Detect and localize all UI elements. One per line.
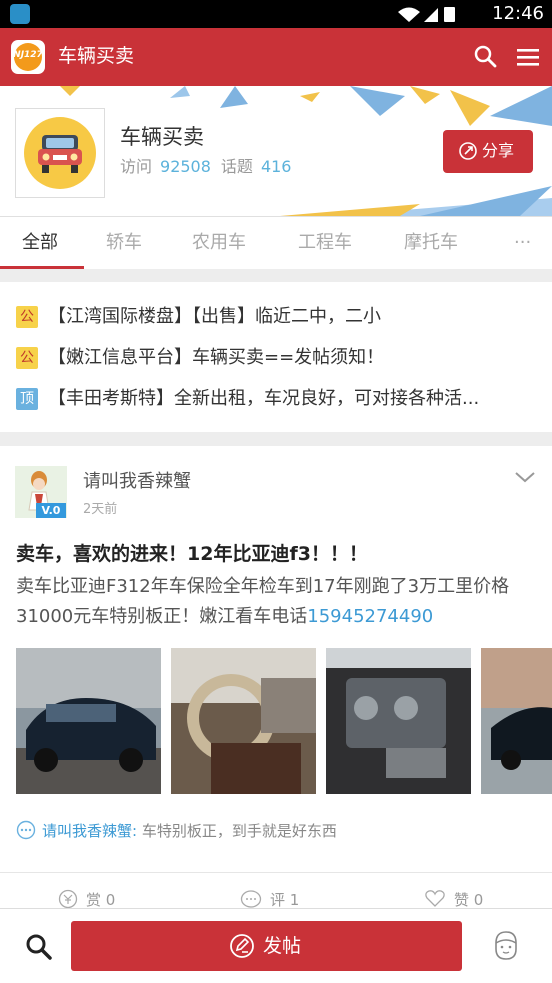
tab-sedan[interactable]: 轿车	[106, 231, 142, 255]
notice-text: 【丰田考斯特】全新出租，车况良好，可对接各种活...	[48, 388, 480, 409]
comment-button[interactable]: 评 1	[240, 889, 299, 910]
wifi-icon	[398, 7, 420, 22]
post-card[interactable]: V.0 请叫我香辣蟹 2天前 卖车，喜欢的进来！12年比亚迪f3！！！ 卖车比亚…	[0, 446, 552, 909]
profile-icon[interactable]	[489, 929, 523, 963]
app-bar-title: 车辆买卖	[58, 45, 135, 67]
tab-more[interactable]: ···	[514, 231, 531, 255]
post-phone-link[interactable]: 15945274490	[307, 606, 433, 627]
notice-text: 【嫩江信息平台】车辆买卖==发帖须知！	[48, 347, 385, 368]
post-title[interactable]: 卖车，喜欢的进来！12年比亚迪f3！！！	[16, 540, 368, 568]
comment-bubble-icon	[16, 820, 36, 840]
pinned-badge: 顶	[16, 388, 38, 410]
comment-author[interactable]: 请叫我香辣蟹:	[42, 822, 137, 840]
menu-icon[interactable]	[514, 43, 542, 71]
app-logo: NJ127	[11, 40, 45, 74]
post-actions: 赏 0 评 1 赞 0	[0, 872, 552, 909]
tab-engineering-vehicle[interactable]: 工程车	[298, 231, 352, 255]
post-comment-preview[interactable]: 请叫我香辣蟹: 车特别板正，到手就是好东西	[16, 820, 337, 842]
comment-icon	[240, 890, 262, 908]
post-image[interactable]	[326, 648, 471, 794]
forum-header: 车辆买卖 访问 92508 话题 416 分享	[0, 86, 552, 216]
clock: 12:46	[492, 3, 544, 24]
post-images	[16, 648, 552, 794]
post-image[interactable]	[481, 648, 552, 794]
comment-count: 评 1	[270, 891, 300, 909]
new-post-label: 发帖	[263, 935, 302, 957]
tab-motorcycle[interactable]: 摩托车	[404, 231, 458, 255]
search-icon[interactable]	[472, 43, 500, 71]
tab-farm-vehicle[interactable]: 农用车	[192, 231, 246, 255]
forum-avatar	[15, 108, 105, 198]
tab-all[interactable]: 全部	[22, 231, 58, 255]
status-bar: 12:46	[0, 0, 552, 28]
heart-icon	[425, 890, 445, 907]
forum-stats: 访问 92508 话题 416	[120, 156, 301, 178]
reward-button[interactable]: 赏 0	[58, 889, 115, 910]
post-author[interactable]: 请叫我香辣蟹	[83, 470, 191, 494]
topics-label: 话题	[220, 157, 253, 176]
verified-badge: V.0	[36, 503, 66, 518]
visits-label: 访问	[120, 157, 153, 176]
app-bar: NJ127 车辆买卖	[0, 28, 552, 86]
battery-icon	[444, 7, 455, 22]
post-image[interactable]	[16, 648, 161, 794]
car-icon	[38, 135, 82, 173]
notice-item[interactable]: 顶 【丰田考斯特】全新出租，车况良好，可对接各种活...	[16, 384, 546, 414]
reward-count: 赏 0	[86, 891, 116, 909]
app-logo-text: NJ127	[13, 50, 43, 60]
like-button[interactable]: 赞 0	[424, 889, 483, 910]
topics-count: 416	[260, 157, 292, 176]
visits-count: 92508	[160, 157, 211, 176]
notice-list: 公 【江湾国际楼盘】【出售】临近二中，二小 公 【嫩江信息平台】车辆买卖==发帖…	[0, 282, 552, 432]
status-icons	[398, 7, 455, 22]
post-image[interactable]	[171, 648, 316, 794]
like-count: 赞 0	[454, 891, 484, 909]
notice-text: 【江湾国际楼盘】【出售】临近二中，二小	[48, 306, 381, 327]
new-post-button[interactable]: 发帖	[71, 921, 462, 971]
coin-icon	[58, 889, 78, 909]
notice-badge: 公	[16, 347, 38, 369]
chevron-down-icon[interactable]	[514, 470, 536, 484]
post-body-text: 卖车比亚迪F312年车保险全年检车到17年刚跑了3万工里价格31000元车特别板…	[16, 576, 510, 627]
share-button-label: 分享	[482, 141, 515, 160]
notice-item[interactable]: 公 【嫩江信息平台】车辆买卖==发帖须知！	[16, 343, 546, 373]
notice-item[interactable]: 公 【江湾国际楼盘】【出售】临近二中，二小	[16, 302, 546, 332]
share-button[interactable]: 分享	[443, 130, 533, 173]
user-avatar[interactable]: V.0	[15, 466, 67, 518]
active-tab-indicator	[0, 266, 84, 269]
share-icon	[459, 142, 477, 160]
forum-title: 车辆买卖	[120, 125, 204, 149]
notice-badge: 公	[16, 306, 38, 328]
comment-text: 车特别板正，到手就是好东西	[141, 822, 337, 840]
post-time: 2天前	[83, 502, 118, 517]
category-tabs: 全部 轿车 农用车 工程车 摩托车 ···	[0, 216, 552, 269]
edit-icon	[230, 934, 254, 958]
signal-icon	[424, 8, 438, 22]
app-notification-icon	[10, 4, 30, 24]
search-icon[interactable]	[24, 932, 54, 962]
post-body: 卖车比亚迪F312年车保险全年检车到17年刚跑了3万工里价格31000元车特别板…	[16, 572, 538, 632]
bottom-bar: 发帖	[0, 908, 552, 983]
